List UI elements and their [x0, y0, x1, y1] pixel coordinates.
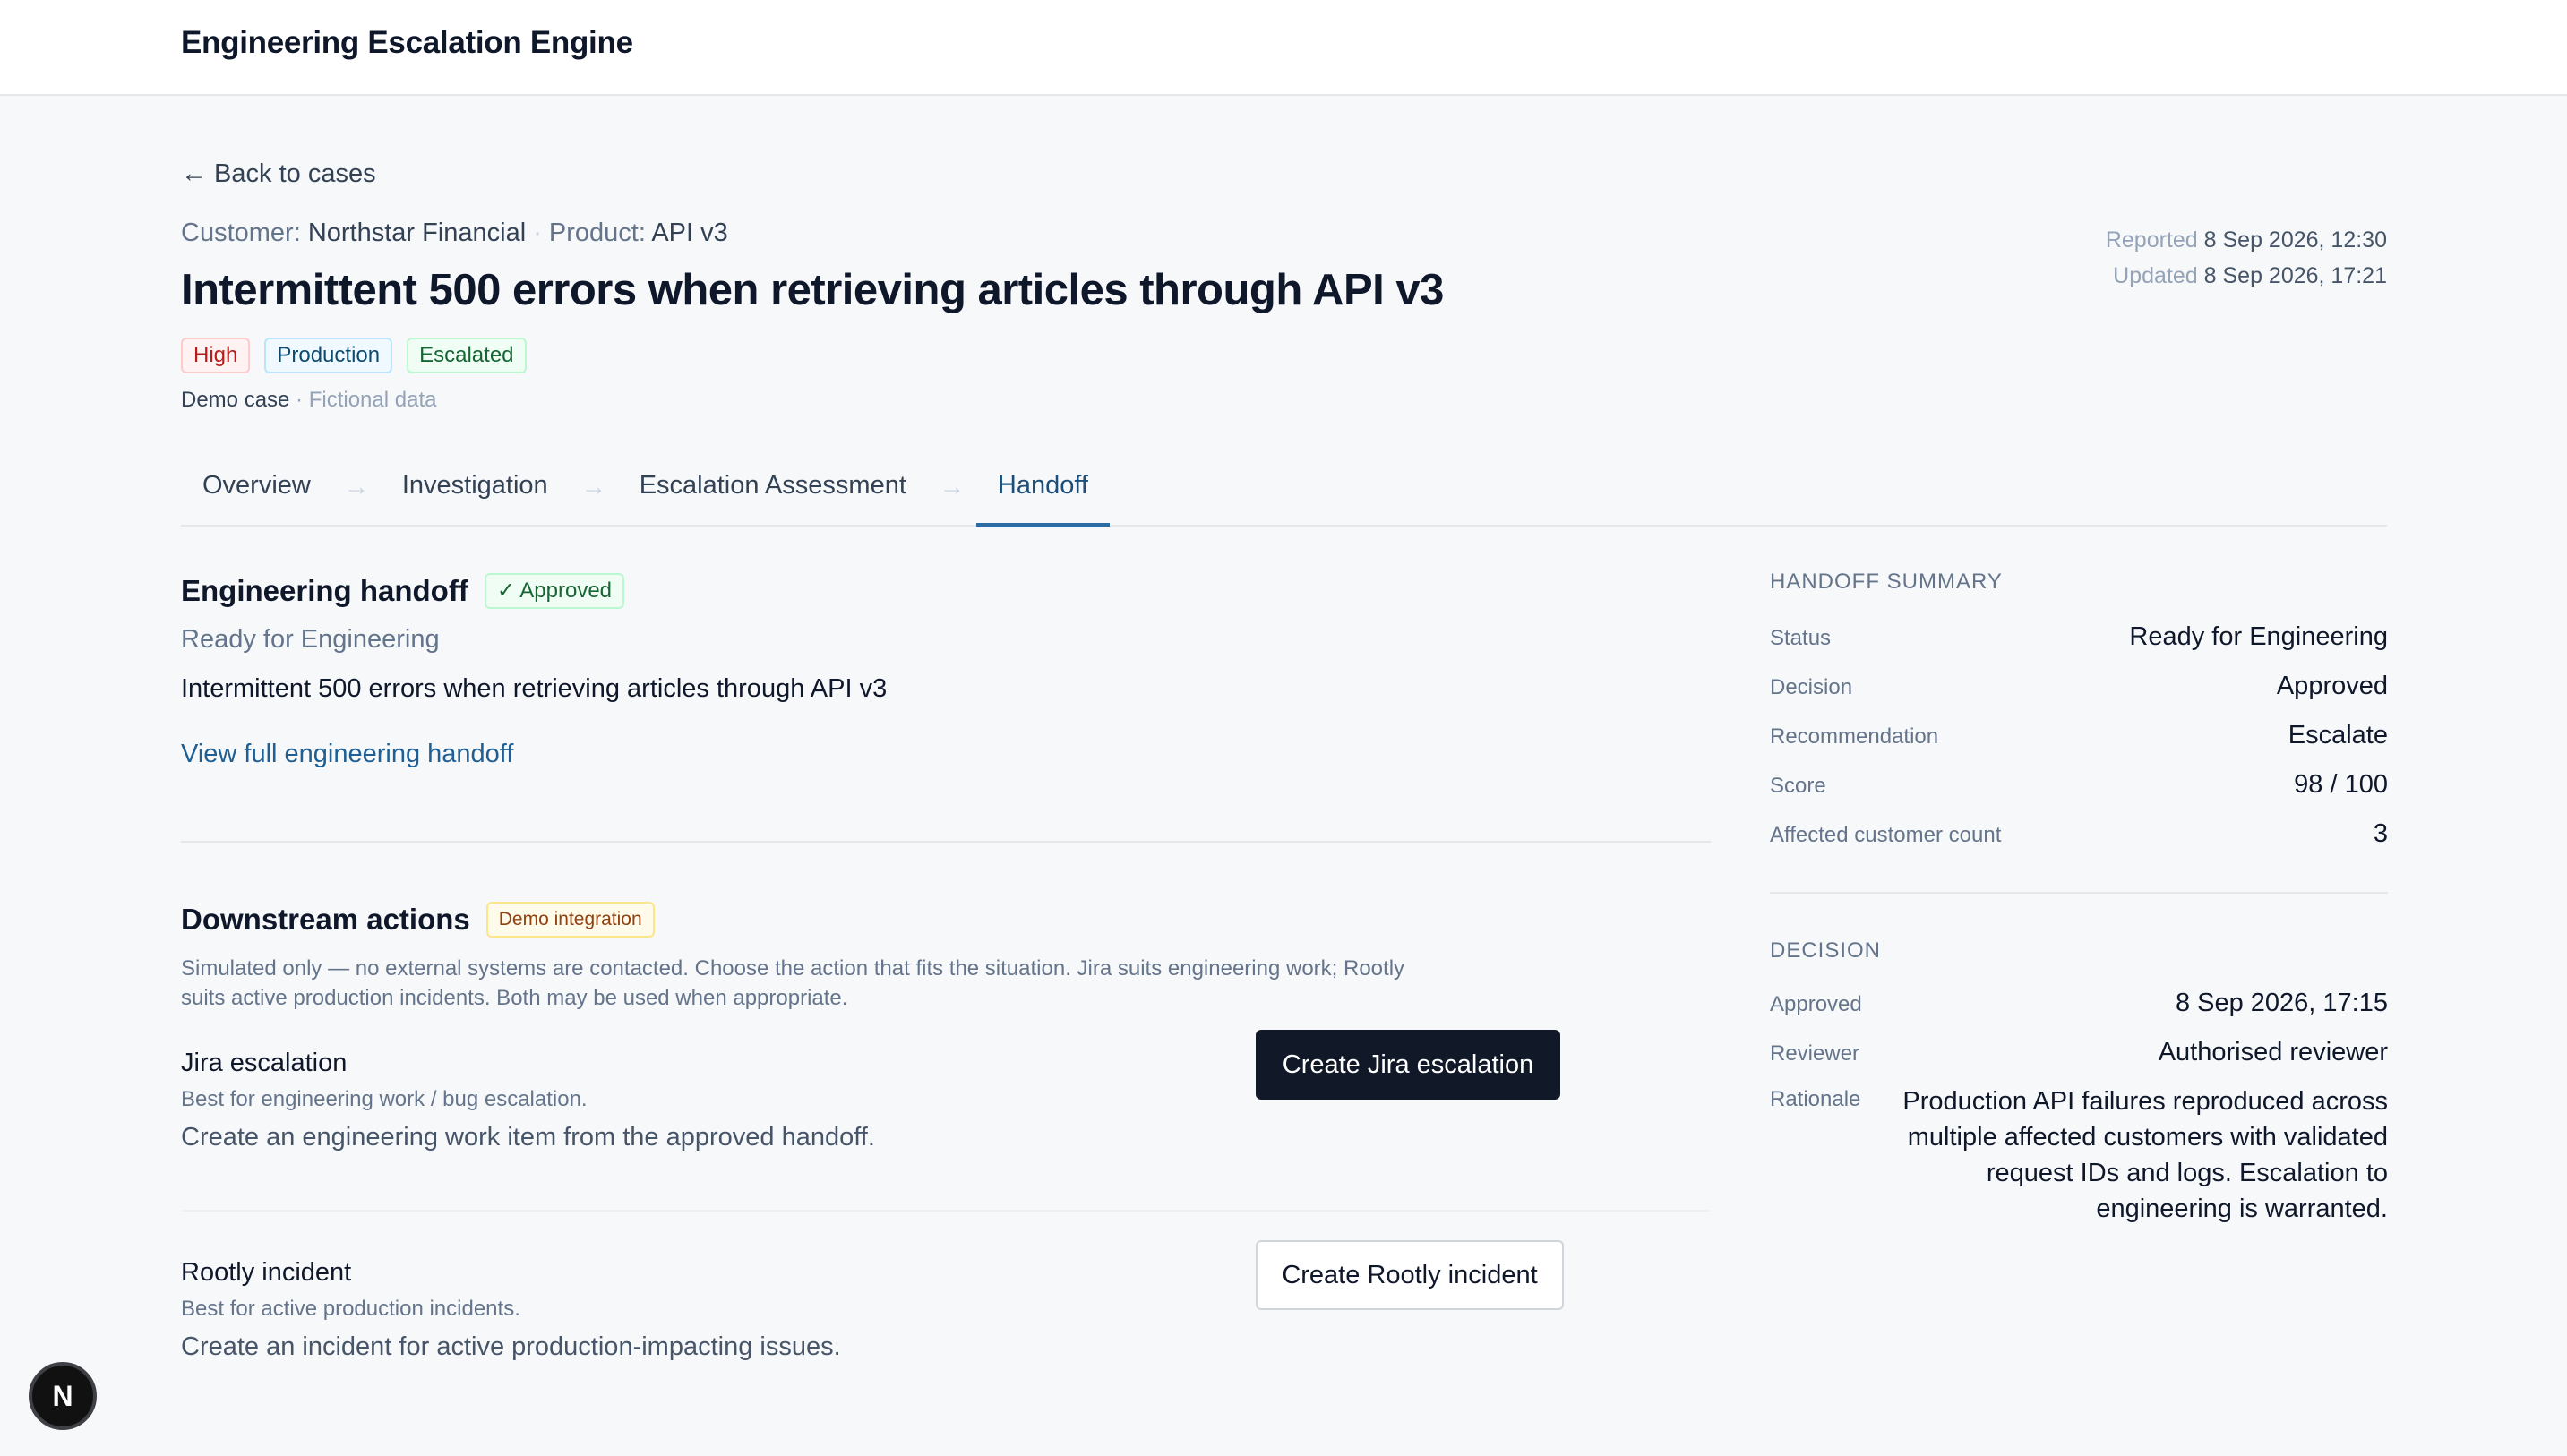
arrow-right-icon: → — [343, 473, 370, 501]
handoff-sidebar: Handoff summary Status Ready for Enginee… — [1770, 570, 2388, 1227]
handoff-status-text: Ready for Engineering — [181, 625, 440, 654]
rootly-description: Create an incident for active production… — [181, 1332, 841, 1361]
summary-row-status: Status Ready for Engineering — [1770, 622, 2388, 651]
approved-badge: ✓ Approved — [484, 573, 625, 609]
framework-dev-badge-icon[interactable]: N — [29, 1362, 97, 1430]
reported-date: Reported 8 Sep 2026, 12:30 — [2105, 227, 2387, 253]
arrow-right-icon: → — [939, 473, 966, 501]
handoff-main: Engineering handoff ✓ Approved Ready for… — [181, 573, 1711, 1419]
engineering-handoff-header: Engineering handoff ✓ Approved — [181, 573, 1711, 609]
app-title: Engineering Escalation Engine — [181, 25, 633, 60]
tab-escalation-assessment[interactable]: Escalation Assessment — [618, 460, 928, 527]
handoff-summary-heading: Handoff summary — [1770, 570, 2003, 594]
updated-date: Updated 8 Sep 2026, 17:21 — [2113, 263, 2387, 288]
summary-row-affected-customers: Affected customer count 3 — [1770, 819, 2388, 848]
simulation-note: Simulated only — no external systems are… — [181, 956, 1405, 1010]
case-dates: Reported 8 Sep 2026, 12:30 Updated 8 Sep… — [2106, 222, 2387, 294]
top-bar: Engineering Escalation Engine — [0, 0, 2567, 96]
summary-row-recommendation: Recommendation Escalate — [1770, 721, 2388, 749]
decision-row-approved: Approved 8 Sep 2026, 17:15 — [1770, 989, 2388, 1017]
decision-row-reviewer: Reviewer Authorised reviewer — [1770, 1038, 2388, 1066]
divider — [1770, 892, 2388, 894]
jira-action: Jira escalation Best for engineering wor… — [181, 1030, 1711, 1210]
create-rootly-incident-button[interactable]: Create Rootly incident — [1256, 1240, 1564, 1310]
tab-overview[interactable]: Overview — [181, 460, 332, 527]
customer-name: Northstar Financial — [307, 218, 527, 247]
product-label: Product: — [548, 218, 646, 247]
case-tabs: Overview → Investigation → Escalation As… — [181, 460, 2387, 527]
view-full-handoff-link[interactable]: View full engineering handoff — [181, 740, 513, 769]
back-to-cases-link[interactable]: ← Back to cases — [181, 159, 376, 189]
divider — [181, 1210, 1711, 1212]
rootly-action: Rootly incident Best for active producti… — [181, 1240, 1711, 1419]
environment-badge: Production — [264, 338, 393, 373]
meta-separator: · — [533, 218, 542, 247]
handoff-title: Intermittent 500 errors when retrieving … — [181, 674, 888, 703]
decision-heading: Decision — [1770, 938, 1882, 963]
case-badges: High Production Escalated — [181, 338, 527, 373]
status-badge: Escalated — [407, 338, 527, 373]
customer-label: Customer: — [181, 218, 301, 247]
create-jira-escalation-button[interactable]: Create Jira escalation — [1256, 1030, 1560, 1100]
downstream-actions-header: Downstream actions Demo integration — [181, 902, 1711, 938]
summary-row-decision: Decision Approved — [1770, 672, 2388, 700]
severity-badge: High — [181, 338, 251, 373]
demo-integration-badge: Demo integration — [485, 902, 655, 938]
product-name: API v3 — [651, 218, 728, 247]
engineering-handoff-heading: Engineering handoff — [181, 574, 468, 607]
arrow-right-icon: → — [580, 473, 607, 501]
downstream-actions-heading: Downstream actions — [181, 903, 470, 936]
demo-note: Demo case · Fictional data — [181, 388, 437, 412]
jira-description: Create an engineering work item from the… — [181, 1123, 875, 1152]
decision-row-rationale: Rationale Production API failures reprod… — [1770, 1087, 2388, 1223]
summary-row-score: Score 98 / 100 — [1770, 770, 2388, 799]
case-meta: Customer: Northstar Financial · Product: A… — [181, 218, 728, 248]
divider — [181, 841, 1711, 843]
tab-handoff[interactable]: Handoff — [975, 460, 1110, 527]
tab-investigation[interactable]: Investigation — [381, 460, 570, 527]
case-title: Intermittent 500 errors when retrieving … — [181, 266, 1444, 314]
